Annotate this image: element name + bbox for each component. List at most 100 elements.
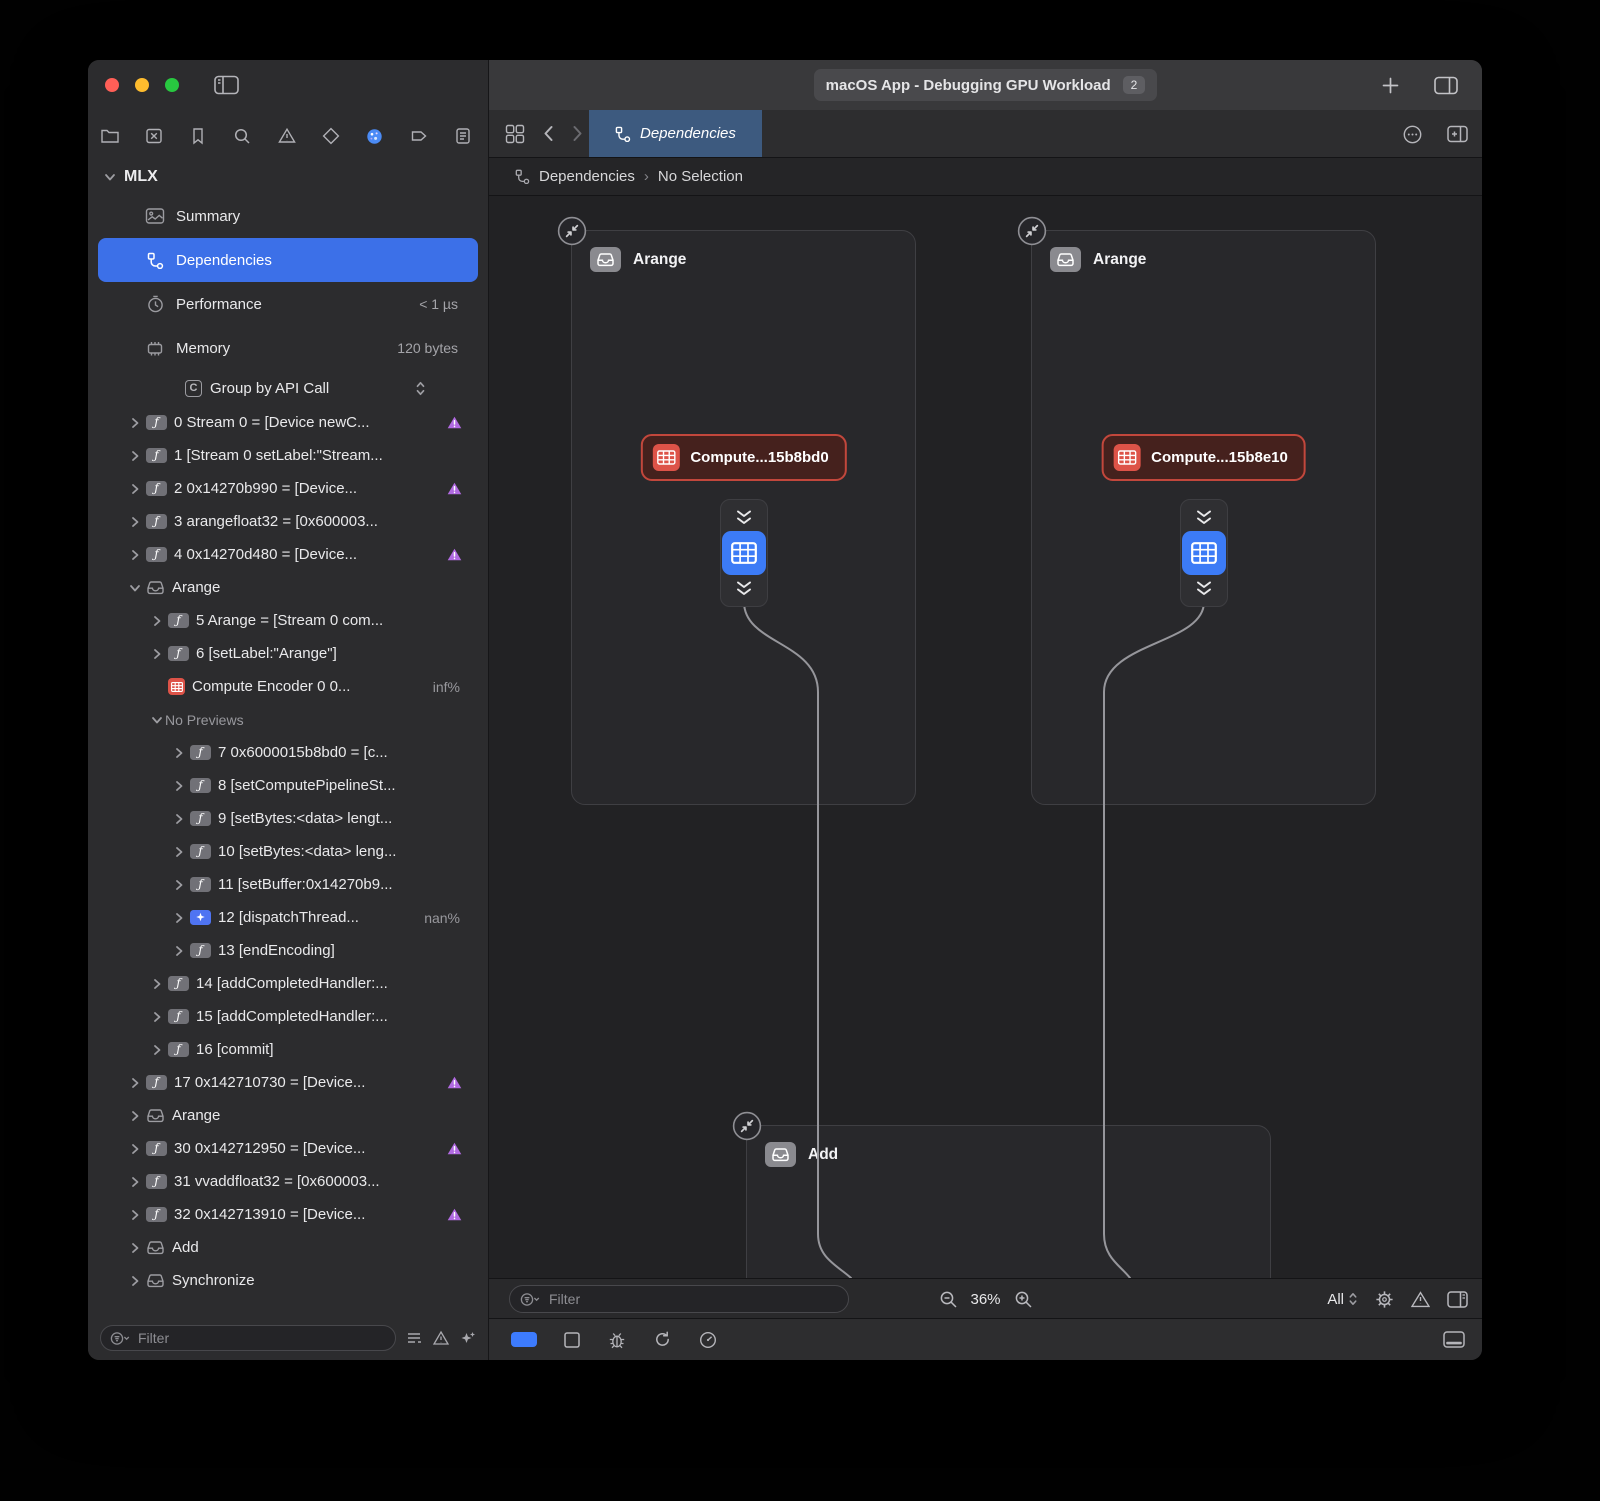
tree-row[interactable]: ƒ3 arangefloat32 = [0x600003... [88, 505, 488, 538]
disclosure-toggle[interactable] [126, 417, 143, 429]
tree-root-row[interactable]: MLX [88, 160, 158, 194]
tree-row[interactable]: ƒ0 Stream 0 = [Device newC... [88, 406, 488, 439]
disclosure-toggle[interactable] [126, 1176, 143, 1188]
issues-warning-icon[interactable] [1411, 1291, 1430, 1308]
project-navigator-icon[interactable] [97, 126, 123, 146]
disclosure-toggle[interactable] [170, 747, 187, 759]
disclosure-toggle[interactable] [126, 1275, 143, 1287]
refresh-capture-icon[interactable] [653, 1330, 672, 1349]
scope-selector[interactable]: All [1327, 1291, 1358, 1308]
region-select-icon[interactable] [563, 1331, 581, 1349]
issues-navigator-icon[interactable] [274, 126, 300, 146]
disclosure-toggle[interactable] [170, 912, 187, 924]
scheme-title[interactable]: macOS App - Debugging GPU Workload 2 [814, 69, 1158, 101]
disclosure-toggle[interactable] [170, 879, 187, 891]
disclosure-toggle[interactable] [126, 1110, 143, 1122]
minimize-button[interactable] [135, 78, 149, 92]
disclosure-toggle[interactable] [126, 450, 143, 462]
disclosure-toggle[interactable] [148, 1044, 165, 1056]
tree-row[interactable]: Add [88, 1231, 488, 1264]
tree-row[interactable]: Arange [88, 571, 488, 604]
kernel-output-pill[interactable] [1180, 499, 1228, 607]
performance-gauge-icon[interactable] [698, 1330, 718, 1350]
zoom-in-icon[interactable] [1014, 1290, 1033, 1309]
show-issues-icon[interactable] [432, 1330, 450, 1346]
disclosure-toggle[interactable] [148, 714, 165, 726]
zoom-out-icon[interactable] [938, 1290, 957, 1309]
disclosure-toggle[interactable] [148, 978, 165, 990]
tree-row[interactable]: ƒ8 [setComputePipelineSt... [88, 769, 488, 802]
disclosure-toggle[interactable] [126, 1143, 143, 1155]
debug-navigator-icon[interactable] [362, 126, 388, 147]
tab-dependencies[interactable]: Dependencies [589, 110, 762, 157]
collapse-group-icon[interactable] [1017, 216, 1047, 246]
inspector-toggle-icon[interactable] [1434, 76, 1458, 95]
graph-group-add[interactable]: Add [746, 1125, 1271, 1278]
tensor-grid-icon[interactable] [722, 531, 766, 575]
sidebar-item-performance[interactable]: Performance < 1 µs [88, 282, 488, 326]
more-options-icon[interactable] [1402, 124, 1423, 145]
compute-encoder-node[interactable]: Compute...15b8bd0 [640, 434, 846, 481]
test-navigator-icon[interactable] [318, 126, 344, 146]
tree-row[interactable]: ƒ15 [addCompletedHandler:... [88, 1000, 488, 1033]
tree-row[interactable]: ƒ10 [setBytes:<data> leng... [88, 835, 488, 868]
graph-group-arange-right[interactable]: Arange Compute...15b8e10 [1031, 230, 1376, 805]
tree-row[interactable]: ƒ17 0x142710730 = [Device... [88, 1066, 488, 1099]
disclosure-toggle[interactable] [126, 516, 143, 528]
tree-row[interactable]: ƒ14 [addCompletedHandler:... [88, 967, 488, 1000]
kernel-output-pill[interactable] [720, 499, 768, 607]
tree-row[interactable]: ƒ4 0x14270d480 = [Device... [88, 538, 488, 571]
tree-row[interactable]: ƒ13 [endEncoding] [88, 934, 488, 967]
report-navigator-icon[interactable] [450, 126, 476, 146]
disclosure-toggle[interactable] [170, 813, 187, 825]
compute-encoder-node[interactable]: Compute...15b8e10 [1101, 434, 1306, 481]
disclosure-toggle[interactable] [170, 846, 187, 858]
sidebar-toggle-icon[interactable] [214, 75, 239, 95]
bookmark-navigator-icon[interactable] [185, 126, 211, 146]
tab-overview-icon[interactable] [505, 124, 525, 144]
search-navigator-icon[interactable] [229, 126, 255, 146]
back-icon[interactable] [543, 125, 554, 142]
console-panel-icon[interactable] [1443, 1331, 1465, 1348]
disclosure-toggle[interactable] [126, 582, 143, 594]
disclosure-toggle[interactable] [126, 1209, 143, 1221]
tree-row[interactable]: ƒ32 0x142713910 = [Device... [88, 1198, 488, 1231]
new-tab-icon[interactable] [1381, 76, 1400, 95]
disclosure-toggle[interactable] [170, 780, 187, 792]
tree-row[interactable]: ƒ9 [setBytes:<data> lengt... [88, 802, 488, 835]
pipeline-navigator-icon[interactable] [141, 126, 167, 146]
tree-row[interactable]: Arange [88, 1099, 488, 1132]
breadcrumb-item[interactable]: Dependencies [539, 168, 635, 185]
settings-gear-icon[interactable] [1375, 1290, 1394, 1309]
add-editor-icon[interactable] [1447, 125, 1468, 143]
tree-row[interactable]: ƒ30 0x142712950 = [Device... [88, 1132, 488, 1165]
collapse-group-icon[interactable] [732, 1111, 762, 1141]
sidebar-panel-icon[interactable] [1447, 1291, 1468, 1308]
disclosure-toggle[interactable] [148, 648, 165, 660]
disclosure-toggle[interactable] [126, 483, 143, 495]
chevron-down-icon[interactable] [104, 171, 116, 183]
dependency-graph-canvas[interactable]: Arange Compute...15b8bd0 [489, 196, 1482, 1278]
tree-row[interactable]: No Previews [88, 703, 488, 736]
disclosure-toggle[interactable] [126, 549, 143, 561]
forward-icon[interactable] [572, 125, 583, 142]
collapse-group-icon[interactable] [557, 216, 587, 246]
tree-row[interactable]: ƒ31 vvaddfloat32 = [0x600003... [88, 1165, 488, 1198]
disclosure-toggle[interactable] [126, 1242, 143, 1254]
tree-row[interactable]: ƒ5 Arange = [Stream 0 com... [88, 604, 488, 637]
tensor-grid-icon[interactable] [1182, 531, 1226, 575]
debug-bug-icon[interactable] [607, 1330, 627, 1350]
tree-row[interactable]: ƒ7 0x6000015b8bd0 = [c... [88, 736, 488, 769]
graph-filter-input[interactable] [549, 1291, 838, 1307]
tree-row[interactable]: ƒ2 0x14270b990 = [Device... [88, 472, 488, 505]
tree-row[interactable]: ƒ11 [setBuffer:0x14270b9... [88, 868, 488, 901]
zoom-button[interactable] [165, 78, 179, 92]
tree-row[interactable]: Synchronize [88, 1264, 488, 1297]
tree-row[interactable]: ƒ1 [Stream 0 setLabel:"Stream... [88, 439, 488, 472]
tree-row[interactable]: ƒ6 [setLabel:"Arange"] [88, 637, 488, 670]
disclosure-toggle[interactable] [170, 945, 187, 957]
group-by-control[interactable]: C Group by API Call [88, 370, 488, 406]
close-button[interactable] [105, 78, 119, 92]
sidebar-filter-input[interactable] [138, 1330, 386, 1346]
disclosure-toggle[interactable] [126, 1077, 143, 1089]
